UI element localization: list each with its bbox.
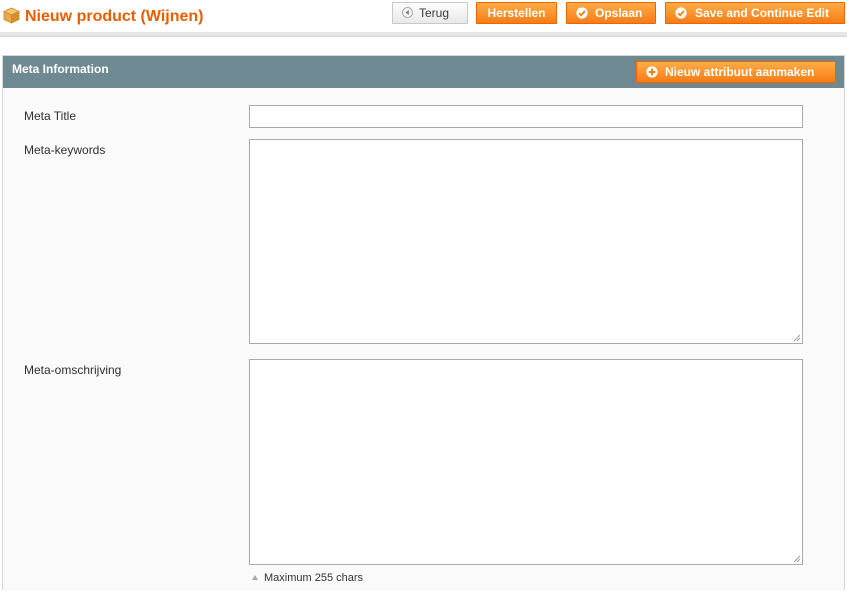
new-attribute-button[interactable]: Nieuw attribuut aanmaken [636, 61, 836, 83]
plus-circle-icon [646, 66, 658, 78]
section-title: Meta Information [12, 62, 109, 76]
resize-grip-icon[interactable] [792, 554, 801, 563]
meta-title-input[interactable] [249, 105, 803, 128]
meta-keywords-label: Meta-keywords [24, 143, 106, 157]
meta-form: Meta Title Meta-keywords Meta-omschrijvi… [3, 88, 844, 591]
note-arrow-icon [252, 575, 258, 580]
page-header: Nieuw product (Wijnen) Terug Herstellen … [0, 0, 847, 37]
reset-button-label: Herstellen [487, 6, 546, 20]
page-title: Nieuw product (Wijnen) [25, 8, 204, 25]
reset-button[interactable]: Herstellen [476, 2, 557, 24]
box-icon [3, 7, 20, 24]
resize-grip-icon[interactable] [792, 333, 801, 342]
save-and-continue-button-label: Save and Continue Edit [695, 6, 830, 20]
meta-description-textarea[interactable] [249, 359, 803, 565]
section-header: Meta Information Nieuw attribuut aanmake… [3, 56, 844, 88]
checkmark-icon [675, 7, 687, 19]
back-arrow-icon [402, 7, 413, 19]
meta-information-section: Meta Information Nieuw attribuut aanmake… [2, 55, 845, 591]
back-button-label: Terug [419, 6, 450, 20]
save-and-continue-button[interactable]: Save and Continue Edit [665, 2, 845, 24]
field-note-text: Maximum 255 chars [264, 572, 364, 584]
meta-keywords-textarea[interactable] [249, 139, 803, 344]
save-button[interactable]: Opslaan [566, 2, 656, 24]
field-note: Maximum 255 chars [252, 572, 363, 584]
header-divider [0, 32, 847, 37]
meta-title-label: Meta Title [24, 109, 77, 123]
back-button[interactable]: Terug [392, 2, 468, 24]
meta-description-label: Meta-omschrijving [24, 363, 122, 377]
checkmark-icon [576, 7, 588, 19]
save-button-label: Opslaan [595, 6, 643, 20]
new-attribute-button-label: Nieuw attribuut aanmaken [665, 65, 815, 79]
